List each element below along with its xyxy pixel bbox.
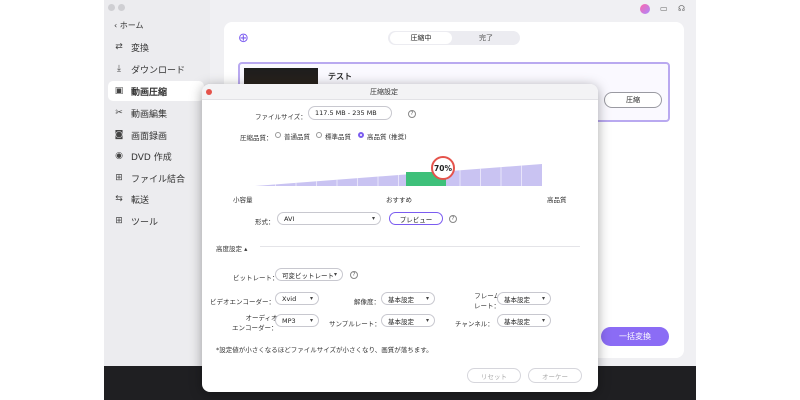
record-icon: ◙ [114,130,124,140]
settings-note: *設定値が小さくなるほどファイルサイズが小さくなり、画質が落ちます。 [216,346,433,354]
frame-rate-label: フレーム レート： [474,292,500,310]
tab-compressing[interactable]: 圧縮中 [390,32,452,44]
slider-left-label: 小容量 [233,196,253,204]
channel-select[interactable]: 基本設定 ▾ [497,314,551,327]
advanced-settings-toggle[interactable]: 高度設定 ▴ [216,243,247,253]
dvd-icon: ◉ [115,151,123,161]
download-icon: ⤓ [117,64,121,74]
file-name: テスト [328,72,352,81]
audio-encoder-label: オーディオ エンコーダー： [232,314,278,332]
merge-icon: ⊞ [115,173,123,183]
quality-radio-normal[interactable] [275,132,281,138]
quality-radio-standard[interactable] [316,132,322,138]
quality-option-normal: 普通品質 [284,133,310,141]
chevron-down-icon: ▾ [309,295,313,302]
quality-slider[interactable]: 70% [255,150,545,190]
file-size-label: ファイルサイズ： [255,113,307,121]
tab-done[interactable]: 完了 [456,32,516,44]
video-encoder-select[interactable]: Xvid ▾ [275,292,319,305]
quality-option-standard: 標準品質 [325,133,351,141]
preview-help-icon[interactable]: ? [449,215,457,223]
convert-icon: ⇄ [115,42,123,52]
sidebar-item-tools[interactable]: ⊞ ツール [114,212,158,230]
channel-label: チャンネル： [455,320,494,328]
compress-button[interactable]: 圧縮 [604,92,662,108]
sidebar-item-edit[interactable]: ✂ 動画編集 [114,104,167,122]
slider-right-label: 高品質 [547,196,567,204]
home-link[interactable]: ‹ ホーム [114,20,144,31]
video-encoder-label: ビデオエンコーダー： [210,298,275,306]
bitrate-help-icon[interactable]: ? [350,271,358,279]
scissors-icon: ✂ [115,108,123,118]
dialog-title: 圧縮設定 [370,88,398,96]
headset-icon[interactable]: ☊ [678,4,685,13]
tools-icon: ⊞ [115,216,123,226]
sidebar-item-compress[interactable]: ▣ 動画圧縮 [108,81,204,101]
chevron-down-icon: ▾ [541,295,545,302]
chevron-down-icon: ▾ [371,215,375,222]
slider-marker[interactable]: 70% [431,156,455,180]
preview-button[interactable]: プレビュー [389,212,443,225]
home-label: ホーム [119,21,144,30]
quality-label: 圧縮品質： [240,134,273,142]
dialog-close-button[interactable] [206,89,212,95]
slider-percent-label: 70% [434,164,452,173]
window-close-dot[interactable] [108,4,115,11]
add-file-button[interactable]: ⊕ [238,31,252,46]
add-file-icon: ⊕ [238,31,249,46]
frame-rate-select[interactable]: 基本設定 ▾ [497,292,551,305]
ok-button[interactable]: オーケー [528,368,582,383]
format-select[interactable]: AVI ▾ [277,212,381,225]
file-size-help-icon[interactable]: ? [408,110,416,118]
slider-mid-label: おすすめ [386,196,412,204]
advanced-divider [260,246,580,247]
chat-icon[interactable]: ▭ [660,4,668,13]
bitrate-select[interactable]: 可変ビットレート ▾ [275,268,343,281]
resolution-label: 解像度： [354,298,380,306]
sample-rate-select[interactable]: 基本設定 ▾ [381,314,435,327]
sidebar-item-download[interactable]: ⤓ ダウンロード [114,60,185,78]
chevron-down-icon: ▾ [334,271,338,278]
resolution-select[interactable]: 基本設定 ▾ [381,292,435,305]
file-size-field: 117.5 MB - 235 MB [308,106,392,120]
reset-button[interactable]: リセット [467,368,521,383]
quality-radio-high[interactable] [358,132,364,138]
transfer-icon: ⇆ [115,194,123,204]
chevron-down-icon: ▾ [309,317,313,324]
sidebar-item-convert[interactable]: ⇄ 変換 [114,38,149,56]
dialog-titlebar [202,84,598,100]
chevron-up-icon: ▴ [244,245,248,253]
bitrate-label: ビットレート： [233,274,279,282]
sidebar-item-transfer[interactable]: ⇆ 転送 [114,190,149,208]
format-label: 形式： [255,218,275,226]
avatar[interactable] [640,4,650,14]
sidebar-item-record[interactable]: ◙ 画面録画 [114,126,167,144]
chevron-down-icon: ▾ [541,317,545,324]
sidebar-item-dvd[interactable]: ◉ DVD 作成 [114,147,172,165]
sample-rate-label: サンプルレート： [329,320,381,328]
window-minimize-dot[interactable] [118,4,125,11]
convert-all-button[interactable]: 一括変換 [601,327,669,346]
compress-icon: ▣ [114,86,124,96]
chevron-down-icon: ▾ [425,317,429,324]
quality-option-high: 高品質 (推奨) [367,133,407,141]
sidebar-item-merge[interactable]: ⊞ ファイル結合 [114,169,185,187]
audio-encoder-select[interactable]: MP3 ▾ [275,314,319,327]
chevron-down-icon: ▾ [425,295,429,302]
